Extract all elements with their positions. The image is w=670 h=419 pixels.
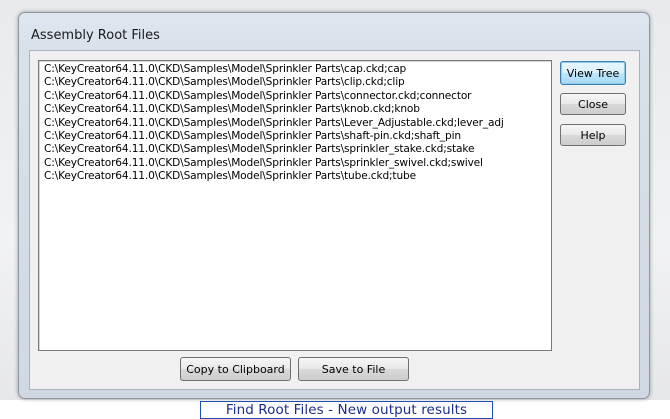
list-item[interactable]: C:\KeyCreator64.11.0\CKD\Samples\Model\S… — [44, 157, 504, 170]
list-item[interactable]: C:\KeyCreator64.11.0\CKD\Samples\Model\S… — [44, 76, 504, 89]
list-item[interactable]: C:\KeyCreator64.11.0\CKD\Samples\Model\S… — [44, 117, 504, 130]
help-button[interactable]: Help — [560, 124, 626, 146]
view-tree-button[interactable]: View Tree — [560, 61, 626, 85]
list-item[interactable]: C:\KeyCreator64.11.0\CKD\Samples\Model\S… — [44, 103, 504, 116]
dialog-title: Assembly Root Files — [31, 28, 160, 43]
list-item[interactable]: C:\KeyCreator64.11.0\CKD\Samples\Model\S… — [44, 170, 504, 183]
list-item[interactable]: C:\KeyCreator64.11.0\CKD\Samples\Model\S… — [44, 63, 504, 76]
list-item[interactable]: C:\KeyCreator64.11.0\CKD\Samples\Model\S… — [44, 143, 504, 156]
save-to-file-button[interactable]: Save to File — [298, 357, 409, 381]
copy-to-clipboard-button[interactable]: Copy to Clipboard — [180, 357, 291, 381]
close-button[interactable]: Close — [560, 93, 626, 115]
dialog-content: C:\KeyCreator64.11.0\CKD\Samples\Model\S… — [29, 50, 640, 390]
list-item[interactable]: C:\KeyCreator64.11.0\CKD\Samples\Model\S… — [44, 130, 504, 143]
list-item[interactable]: C:\KeyCreator64.11.0\CKD\Samples\Model\S… — [44, 90, 504, 103]
root-files-list[interactable]: C:\KeyCreator64.11.0\CKD\Samples\Model\S… — [38, 60, 552, 351]
assembly-root-files-dialog: Assembly Root Files C:\KeyCreator64.11.0… — [18, 12, 650, 399]
file-lines: C:\KeyCreator64.11.0\CKD\Samples\Model\S… — [44, 63, 504, 184]
figure-caption: Find Root Files - New output results — [200, 401, 493, 419]
